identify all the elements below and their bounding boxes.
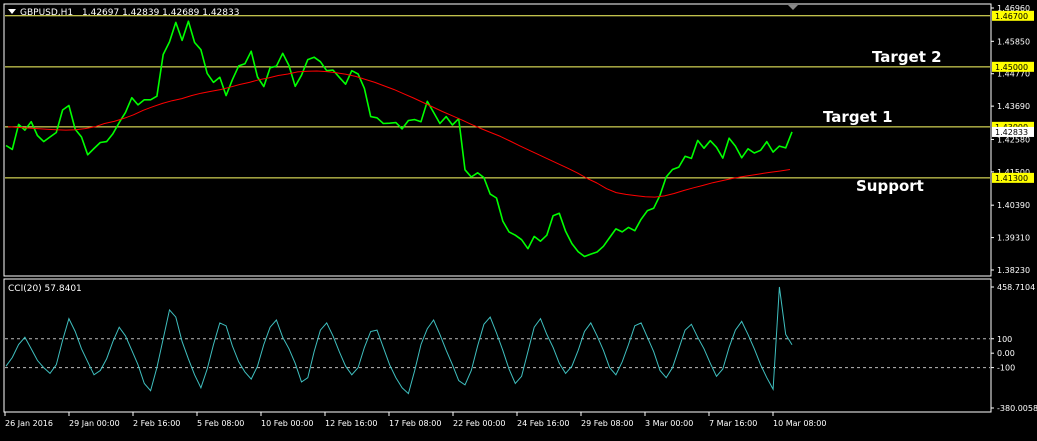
price-tick-label: 1.39310	[997, 234, 1030, 243]
chart-canvas: GBPUSD,H1 1.42697 1.42839 1.42689 1.4283…	[3, 3, 1037, 428]
time-axis: 26 Jan 2016 29 Jan 00:00 2 Feb 16:00 5 Feb …	[4, 412, 826, 428]
price-tick-label: 1.38230	[997, 266, 1030, 275]
time-tick-label: 5 Feb 08:00	[197, 419, 244, 428]
price-tick-label: 1.43690	[997, 102, 1030, 111]
annotation-target-2: Target 2	[872, 48, 942, 66]
annotation-support: Support	[856, 177, 924, 195]
level-tag-label: 1.41300	[995, 174, 1028, 183]
time-tick-label: 29 Feb 08:00	[581, 419, 633, 428]
time-tick-label: 12 Feb 16:00	[325, 419, 377, 428]
cci-panel-frame	[3, 278, 992, 413]
chart-window: GBPUSD,H1 1.42697 1.42839 1.42689 1.4283…	[0, 0, 1037, 437]
time-tick-label: 7 Mar 16:00	[709, 419, 757, 428]
time-tick-label: 26 Jan 2016	[5, 419, 53, 428]
annotation-target-1: Target 1	[823, 108, 893, 126]
level-tag-label: 1.46700	[995, 12, 1028, 21]
cci-tick-label: 100	[997, 335, 1012, 344]
cci-axis: 458.7104 100 0.00 -100 -380.0058	[991, 283, 1037, 413]
time-tick-label: 29 Jan 00:00	[69, 419, 120, 428]
time-tick-label: 17 Feb 08:00	[389, 419, 441, 428]
time-tick-label: 2 Feb 16:00	[133, 419, 180, 428]
current-price-tag-label: 1.42833	[995, 128, 1028, 137]
cci-tick-label: -380.0058	[997, 404, 1037, 413]
price-tick-label: 1.45850	[997, 37, 1030, 46]
price-panel-frame	[3, 3, 992, 277]
cci-tick-label: -100	[997, 364, 1015, 373]
time-tick-label: 22 Feb 00:00	[453, 419, 505, 428]
time-tick-label: 10 Feb 00:00	[261, 419, 313, 428]
time-tick-label: 10 Mar 08:00	[773, 419, 826, 428]
cci-title: CCI(20) 57.8401	[8, 284, 82, 294]
cci-tick-label: 458.7104	[997, 283, 1035, 292]
time-tick-label: 3 Mar 00:00	[645, 419, 693, 428]
ohlc-values: 1.42697 1.42839 1.42689 1.42833	[82, 8, 239, 18]
price-axis: 1.469601.458501.447701.436901.425801.415…	[991, 4, 1030, 275]
level-tag-label: 1.45000	[995, 63, 1028, 72]
cci-tick-label: 0.00	[997, 349, 1015, 358]
time-tick-label: 24 Feb 16:00	[517, 419, 569, 428]
price-tick-label: 1.40390	[997, 201, 1030, 210]
symbol-label: GBPUSD,H1	[20, 8, 73, 18]
